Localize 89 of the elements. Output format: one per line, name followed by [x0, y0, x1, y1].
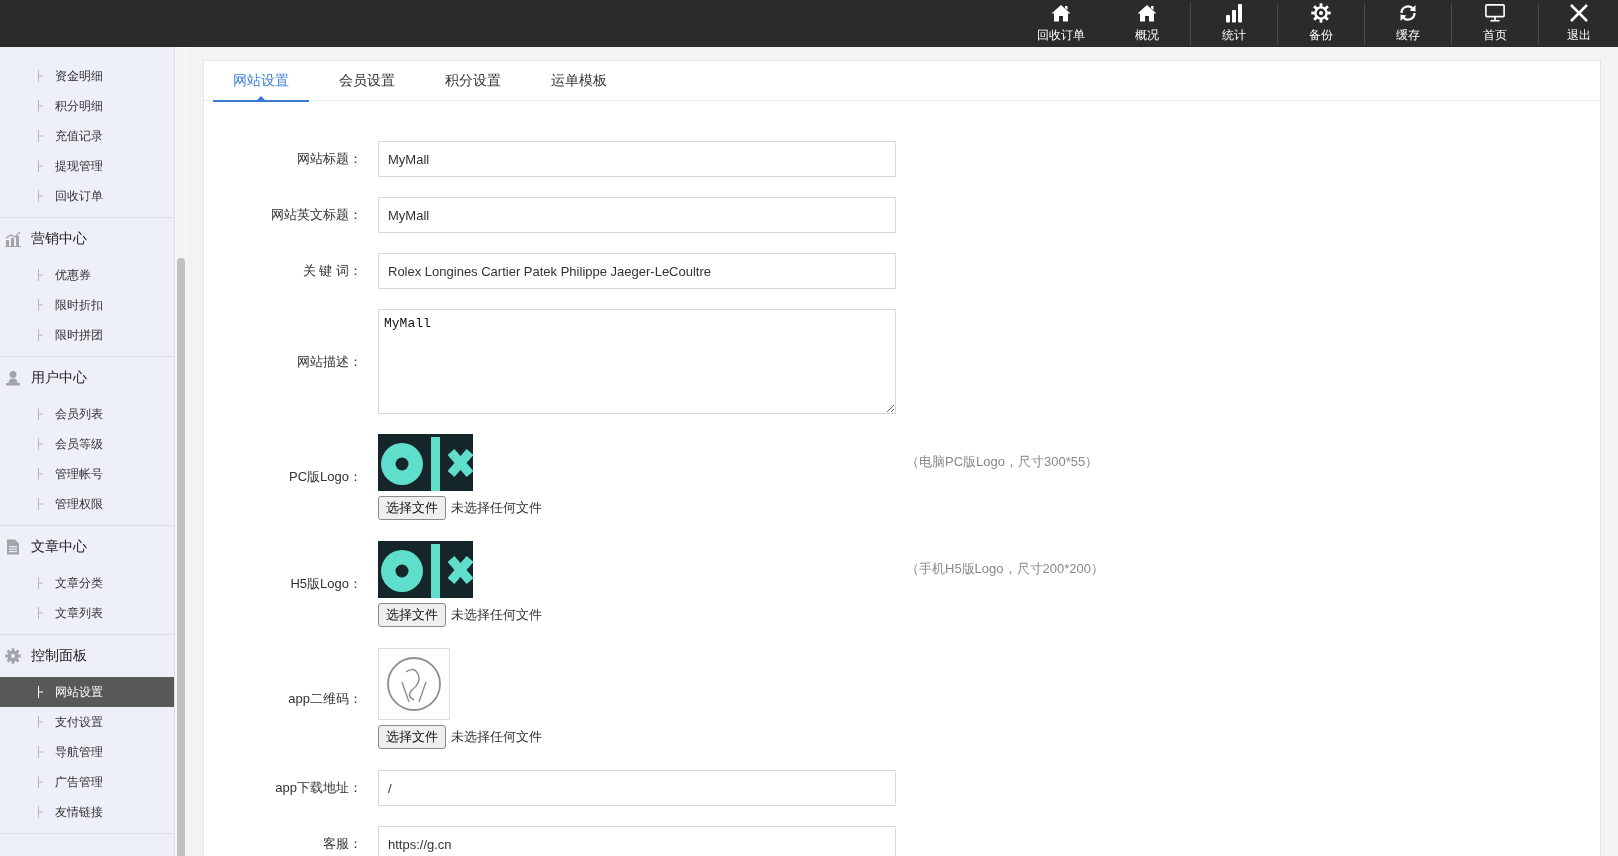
tree-branch-icon: [38, 776, 43, 788]
sidebar-item[interactable]: 导航管理: [0, 737, 174, 767]
nav-button[interactable]: 缓存: [1365, 3, 1451, 45]
sidebar-item[interactable]: 优惠券: [0, 260, 174, 290]
text-field[interactable]: /: [378, 770, 896, 806]
nav-button[interactable]: 回收订单: [1018, 3, 1104, 45]
settings-icon: [1311, 3, 1331, 23]
tree-branch-icon: [38, 408, 43, 420]
monitor-icon: [1485, 3, 1505, 23]
field-label: 关 键 词：: [301, 262, 362, 280]
choose-file-button[interactable]: 选择文件: [378, 496, 446, 520]
tree-branch-icon: [38, 438, 43, 450]
sidebar-item[interactable]: 资金明细: [0, 61, 174, 91]
sidebar-item[interactable]: 会员等级: [0, 429, 174, 459]
sidebar-item[interactable]: 文章分类: [0, 568, 174, 598]
nav-button[interactable]: 备份: [1278, 3, 1364, 45]
sidebar-group-header[interactable]: 营销中心: [0, 218, 174, 260]
choose-file-button[interactable]: 选择文件: [378, 603, 446, 627]
round-logo-image: [378, 648, 450, 720]
tree-branch-icon: [38, 746, 43, 758]
tab[interactable]: 会员设置: [319, 61, 415, 102]
sidebar-item[interactable]: 友情链接: [0, 797, 174, 827]
sidebar-item[interactable]: 管理权限: [0, 489, 174, 519]
sidebar-item[interactable]: 网站设置: [0, 677, 174, 707]
field-label: 客服：: [322, 835, 362, 853]
tree-branch-icon: [38, 299, 43, 311]
text-field[interactable]: Rolex Longines Cartier Patek Philippe Jaeger-LeCoultre: [378, 253, 896, 289]
text-field[interactable]: MyMall: [378, 141, 896, 177]
close-icon: [1568, 3, 1589, 23]
nav-button[interactable]: 概况: [1104, 3, 1190, 45]
tree-branch-icon: [38, 686, 43, 698]
sidebar-item[interactable]: 管理帐号: [0, 459, 174, 489]
tab[interactable]: 网站设置: [213, 61, 309, 102]
tree-branch-icon: [38, 716, 43, 728]
sidebar-item[interactable]: 限时拼团: [0, 320, 174, 350]
nav-button[interactable]: 退出: [1539, 3, 1618, 45]
field-label: app二维码：: [287, 689, 362, 708]
hint-text: （电脑PC版Logo，尺寸300*55）: [906, 453, 1099, 471]
home-icon: [1137, 3, 1157, 23]
refresh-icon: [1398, 3, 1418, 23]
sidebar-item[interactable]: 充值记录: [0, 121, 174, 151]
tree-branch-icon: [38, 806, 43, 818]
tree-branch-icon: [38, 329, 43, 341]
text-field[interactable]: MyMall: [378, 197, 896, 233]
sidebar-item[interactable]: 回收订单: [0, 181, 174, 211]
tree-branch-icon: [38, 468, 43, 480]
tree-branch-icon: [38, 160, 43, 172]
sidebar-group-header[interactable]: 文章中心: [0, 526, 174, 568]
nav-button[interactable]: 首页: [1452, 3, 1538, 45]
field-label: app下载地址：: [274, 779, 362, 797]
sidebar-item[interactable]: 限时折扣: [0, 290, 174, 320]
sidebar-group-header[interactable]: 用户中心: [0, 357, 174, 399]
file-status-text: 未选择任何文件: [451, 499, 542, 517]
scrollbar-thumb[interactable]: [177, 258, 185, 856]
field-label: 网站标题：: [296, 150, 362, 168]
tab[interactable]: 积分设置: [425, 61, 521, 102]
choose-file-button[interactable]: 选择文件: [378, 725, 446, 749]
sidebar-item[interactable]: 提现管理: [0, 151, 174, 181]
chart-icon: [5, 231, 21, 247]
sidebar-group-header[interactable]: 控制面板: [0, 635, 174, 677]
field-label: 网站描述：: [296, 352, 362, 371]
sidebar-item[interactable]: 文章列表: [0, 598, 174, 628]
sidebar-item[interactable]: 支付设置: [0, 707, 174, 737]
tab[interactable]: 运单模板: [531, 61, 627, 102]
bar-chart-icon: [1224, 3, 1244, 23]
tree-branch-icon: [38, 498, 43, 510]
file-status-text: 未选择任何文件: [451, 728, 542, 746]
tree-branch-icon: [38, 130, 43, 142]
text-field[interactable]: https://g.cn: [378, 826, 896, 856]
tree-branch-icon: [38, 269, 43, 281]
tree-branch-icon: [38, 607, 43, 619]
tree-branch-icon: [38, 70, 43, 82]
tree-branch-icon: [38, 577, 43, 589]
sidebar-item[interactable]: 广告管理: [0, 767, 174, 797]
file-status-text: 未选择任何文件: [451, 606, 542, 624]
hint-text: （手机H5版Logo，尺寸200*200）: [906, 560, 1104, 578]
field-label: 网站英文标题：: [270, 206, 362, 224]
gear-icon: [5, 648, 21, 664]
textarea-field[interactable]: MyMall: [378, 309, 896, 414]
sidebar-item[interactable]: 积分明细: [0, 91, 174, 121]
nav-button[interactable]: 统计: [1191, 3, 1277, 45]
user-icon: [5, 370, 21, 386]
document-icon: [5, 539, 21, 555]
tree-branch-icon: [38, 100, 43, 112]
tree-branch-icon: [38, 190, 43, 202]
home-icon: [1051, 3, 1071, 23]
sidebar-item[interactable]: 会员列表: [0, 399, 174, 429]
field-label: H5版Logo：: [289, 575, 362, 593]
field-label: PC版Logo：: [288, 468, 362, 486]
